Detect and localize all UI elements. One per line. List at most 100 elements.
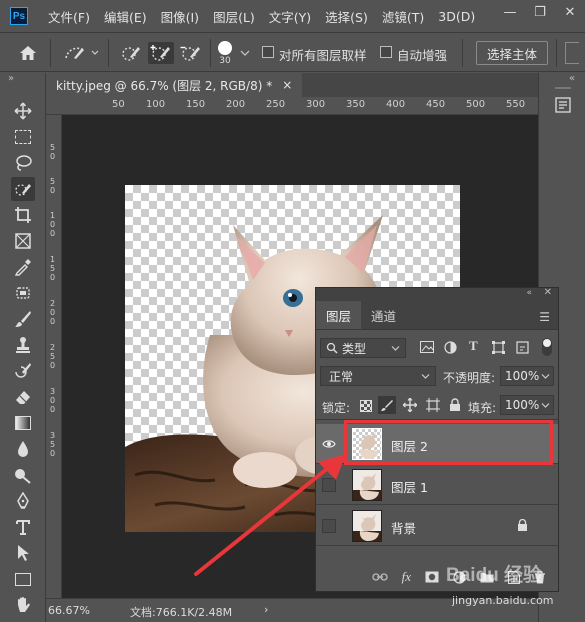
filter-toggle[interactable] bbox=[542, 338, 552, 356]
clone-stamp-tool-icon[interactable] bbox=[11, 333, 35, 357]
lock-image-icon[interactable] bbox=[378, 396, 396, 414]
opacity-label: 不透明度: bbox=[443, 371, 496, 385]
lock-transparent-icon[interactable] bbox=[360, 400, 372, 412]
eyedropper-tool-icon[interactable] bbox=[11, 255, 35, 279]
add-mask-icon[interactable] bbox=[425, 571, 439, 583]
shape-filter-icon[interactable] bbox=[492, 341, 505, 354]
add-to-selection-icon[interactable] bbox=[148, 42, 174, 64]
blur-tool-icon[interactable] bbox=[11, 437, 35, 461]
menu-select[interactable]: 选择(S) bbox=[325, 7, 368, 26]
menu-image[interactable]: 图像(I) bbox=[161, 7, 199, 26]
tab-channels[interactable]: 通道 bbox=[361, 301, 406, 329]
brush-tool-icon[interactable] bbox=[11, 307, 35, 331]
lock-position-icon[interactable] bbox=[402, 397, 418, 413]
quick-selection-tool-icon[interactable] bbox=[11, 177, 35, 201]
document-tab-strip: kitty.jpeg @ 66.7% (图层 2, RGB/8) * × bbox=[46, 73, 538, 97]
lock-artboard-icon[interactable] bbox=[426, 398, 440, 412]
type-tool-icon[interactable] bbox=[11, 515, 35, 539]
ruler-label: 0 bbox=[50, 396, 56, 405]
ruler-label: 0 bbox=[50, 152, 56, 161]
blend-mode-dropdown[interactable]: 正常 bbox=[320, 366, 436, 386]
separator bbox=[108, 39, 109, 67]
auto-enhance-checkbox[interactable] bbox=[380, 46, 392, 58]
select-subject-button[interactable]: 选择主体 bbox=[476, 41, 548, 65]
chevron-down-icon bbox=[391, 346, 400, 351]
filter-kind-value: 类型 bbox=[342, 341, 367, 356]
layer-style-icon[interactable]: fx bbox=[402, 569, 411, 585]
opacity-input[interactable]: 100% bbox=[500, 366, 554, 386]
sample-all-layers-checkbox[interactable] bbox=[262, 46, 274, 58]
panel-menu-icon[interactable]: ☰ bbox=[539, 310, 550, 324]
zoom-level[interactable]: 66.67% bbox=[48, 604, 90, 617]
collapse-icon[interactable]: « bbox=[569, 73, 575, 84]
new-selection-icon[interactable] bbox=[118, 42, 144, 64]
collapse-icon[interactable]: » bbox=[8, 73, 14, 84]
rectangle-tool-icon[interactable] bbox=[11, 567, 35, 591]
filter-kind-dropdown[interactable]: 类型 bbox=[320, 338, 406, 358]
brush-size-picker[interactable]: 30 bbox=[214, 38, 236, 68]
fill-input[interactable]: 100% bbox=[500, 395, 554, 415]
collapse-icon[interactable]: « bbox=[526, 288, 532, 298]
ruler-label: 550 bbox=[506, 99, 526, 110]
menu-layer[interactable]: 图层(L) bbox=[213, 7, 255, 26]
move-tool-icon[interactable] bbox=[11, 99, 35, 123]
crop-tool-icon[interactable] bbox=[11, 203, 35, 227]
status-menu-arrow[interactable]: › bbox=[264, 603, 268, 616]
dock-grip bbox=[555, 87, 571, 89]
tab-layers[interactable]: 图层 bbox=[316, 301, 362, 329]
window-controls: — ❐ ✕ bbox=[495, 0, 585, 24]
marquee-tool-icon[interactable] bbox=[11, 125, 35, 149]
healing-brush-tool-icon[interactable] bbox=[11, 281, 35, 305]
ruler-label: 0 bbox=[50, 405, 56, 414]
layer-name[interactable]: 背景 bbox=[391, 518, 416, 537]
smart-object-filter-icon[interactable] bbox=[516, 341, 529, 354]
close-window-button[interactable]: ✕ bbox=[555, 0, 585, 24]
lasso-tool-icon[interactable] bbox=[11, 151, 35, 175]
menu-file[interactable]: 文件(F) bbox=[48, 7, 90, 26]
ruler-label: 400 bbox=[386, 99, 406, 110]
hand-tool-icon[interactable] bbox=[11, 593, 35, 617]
chevron-down-icon[interactable] bbox=[238, 42, 252, 64]
ruler-label: 350 bbox=[346, 99, 366, 110]
adjustment-filter-icon[interactable] bbox=[444, 341, 457, 354]
lock-icon bbox=[518, 519, 527, 531]
properties-panel-icon[interactable] bbox=[553, 95, 573, 115]
lock-all-icon[interactable] bbox=[449, 398, 461, 412]
ruler-label: 5 bbox=[50, 264, 56, 273]
menu-edit[interactable]: 编辑(E) bbox=[104, 7, 147, 26]
minimize-button[interactable]: — bbox=[495, 0, 525, 24]
link-layers-icon[interactable] bbox=[371, 572, 388, 582]
pixel-filter-icon[interactable] bbox=[420, 341, 434, 353]
chevron-down-icon bbox=[421, 374, 430, 379]
select-and-mask-button[interactable] bbox=[562, 42, 582, 64]
ruler-label: 300 bbox=[306, 99, 326, 110]
blend-mode-value: 正常 bbox=[329, 369, 354, 384]
frame-tool-icon[interactable] bbox=[11, 229, 35, 253]
history-brush-tool-icon[interactable] bbox=[11, 359, 35, 383]
path-selection-tool-icon[interactable] bbox=[11, 541, 35, 565]
menu-bar: Ps 文件(F) 编辑(E) 图像(I) 图层(L) 文字(Y) 选择(S) 滤… bbox=[0, 0, 585, 32]
restore-button[interactable]: ❐ bbox=[525, 0, 555, 24]
ruler-label: 450 bbox=[426, 99, 446, 110]
close-icon[interactable]: ✕ bbox=[544, 287, 552, 298]
document-tab[interactable]: kitty.jpeg @ 66.7% (图层 2, RGB/8) * × bbox=[46, 73, 303, 97]
eraser-tool-icon[interactable] bbox=[11, 385, 35, 409]
layer-name[interactable]: 图层 1 bbox=[391, 477, 428, 496]
separator bbox=[556, 39, 557, 67]
pen-tool-icon[interactable] bbox=[11, 489, 35, 513]
subtract-from-selection-icon[interactable] bbox=[178, 42, 204, 64]
home-icon[interactable] bbox=[14, 42, 42, 64]
vertical-ruler: 5 0 5 0 1 0 0 1 5 0 2 0 0 2 5 0 3 0 0 3 … bbox=[46, 115, 62, 598]
horizontal-ruler: 50 100 150 200 250 300 350 400 450 500 5… bbox=[46, 97, 538, 115]
menu-3d[interactable]: 3D(D) bbox=[438, 9, 475, 24]
annotation-arrow bbox=[194, 454, 346, 576]
gradient-tool-icon[interactable] bbox=[11, 411, 35, 435]
menu-type[interactable]: 文字(Y) bbox=[269, 7, 311, 26]
type-filter-icon[interactable]: T bbox=[469, 338, 478, 354]
menu-filter[interactable]: 滤镜(T) bbox=[382, 7, 424, 26]
close-tab-icon[interactable]: × bbox=[282, 78, 292, 92]
dodge-tool-icon[interactable] bbox=[11, 463, 35, 487]
baidu-watermark: Baidu 经验 jingyan.baidu.com bbox=[446, 560, 566, 610]
tool-preset-picker[interactable] bbox=[60, 42, 102, 64]
brush-tip-icon bbox=[218, 40, 232, 55]
